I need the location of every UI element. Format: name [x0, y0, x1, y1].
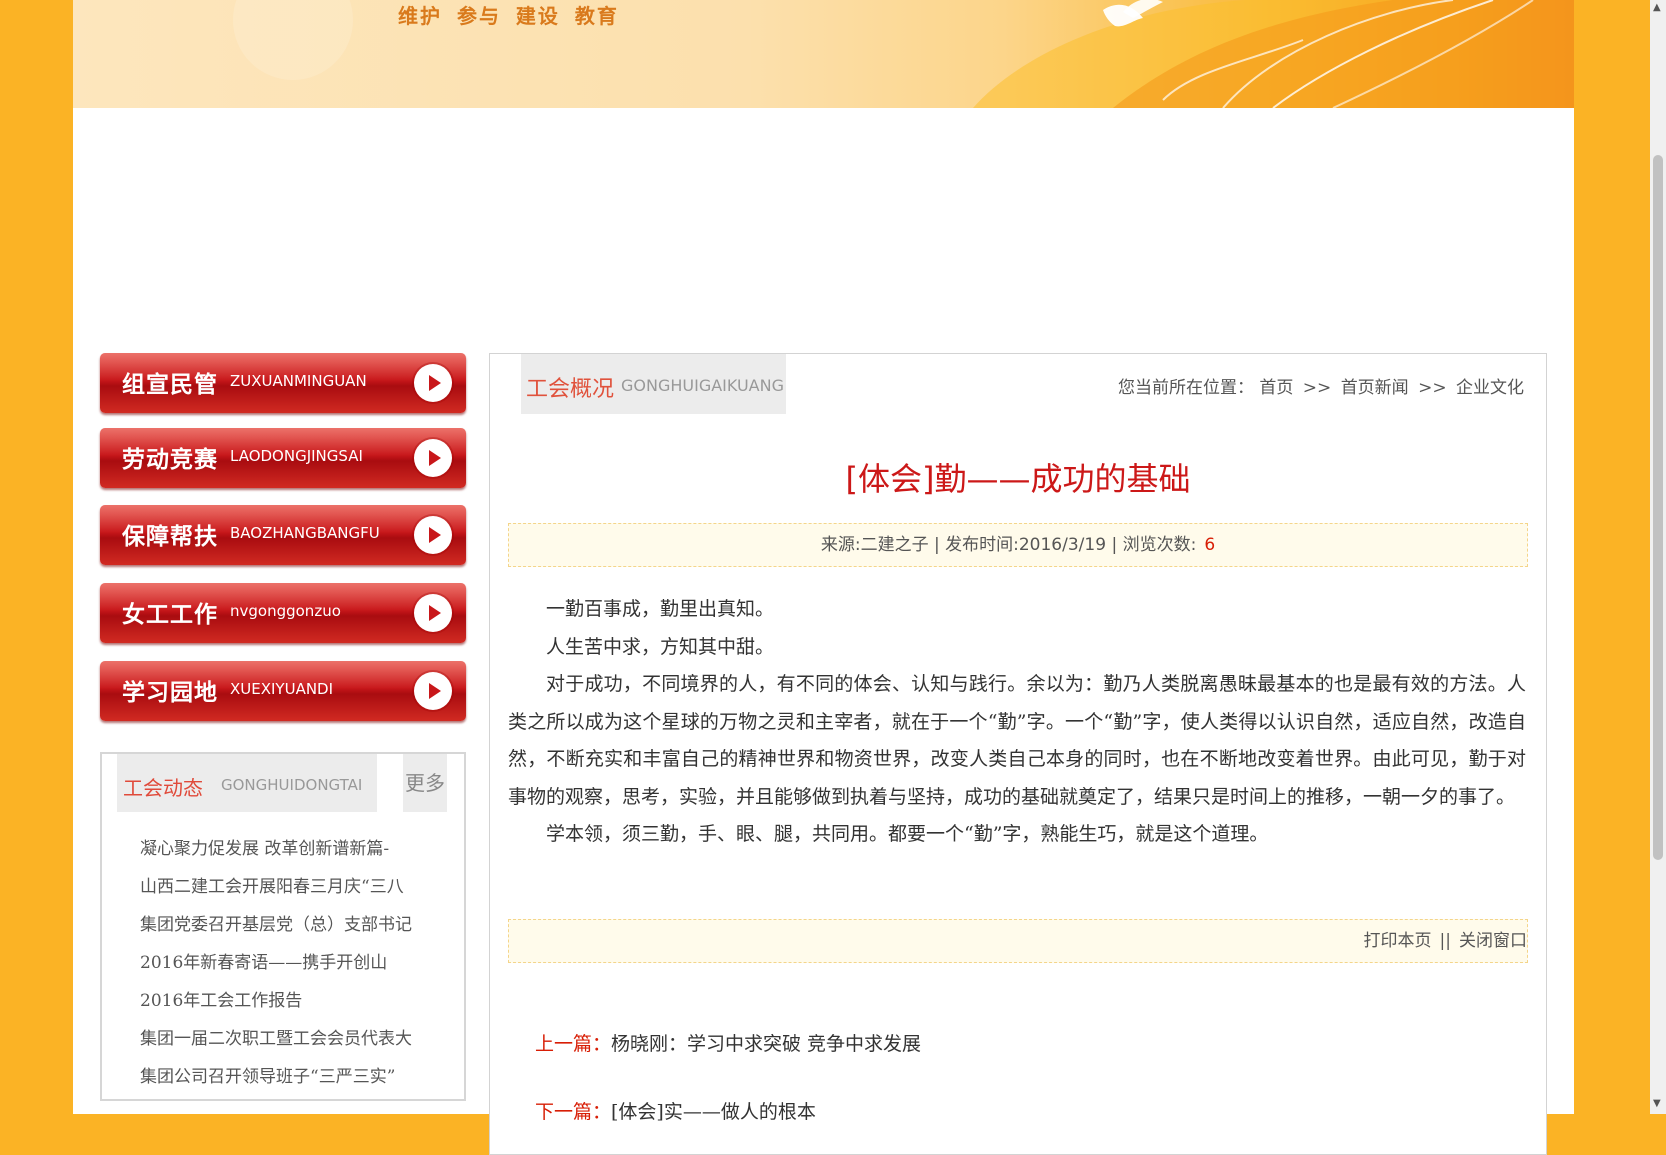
- scroll-down-icon[interactable]: ▼: [1653, 1098, 1661, 1109]
- next-article-link[interactable]: [体会]实——做人的根本: [611, 1101, 816, 1123]
- nav-label-en: BAOZHANGBANGFU: [230, 524, 380, 542]
- news-list-item[interactable]: 集团一届二次职工暨工会会员代表大: [140, 1020, 412, 1058]
- views-count: 6: [1204, 535, 1216, 555]
- nav-button-baozhangbangfu[interactable]: 保障帮扶 BAOZHANGBANGFU: [100, 505, 466, 565]
- next-article: 下一篇：[体会]实——做人的根本: [535, 1097, 816, 1124]
- nav-button-zuxuanminguan[interactable]: 组宣民管 ZUXUANMINGUAN: [100, 353, 466, 413]
- article-paragraph: 人生苦中求，方知其中甜。: [546, 635, 775, 658]
- play-arrow-icon: [414, 594, 452, 632]
- print-page-button[interactable]: 打印本页: [1364, 931, 1432, 951]
- breadcrumb-separator: >>: [1418, 378, 1447, 398]
- date-value: 2016/3/19: [1018, 535, 1107, 555]
- news-panel-title: 工会动态: [123, 776, 203, 800]
- next-label: 下一篇：: [535, 1101, 612, 1123]
- nav-button-xuexiyuandi[interactable]: 学习园地 XUEXIYUANDI: [100, 661, 466, 721]
- nav-label-cn: 组宣民管: [122, 372, 218, 398]
- news-list: 凝心聚力促发展 改革创新谱新篇- 山西二建工会开展阳春三月庆“三八 集团党委召开…: [140, 830, 412, 1096]
- news-list-item[interactable]: 2016年工会工作报告: [140, 982, 412, 1020]
- news-panel-header: 工会动态 GONGHUIDONGTAI: [117, 754, 377, 812]
- section-header: 工会概况 GONGHUIGAIKUANG: [521, 354, 786, 414]
- prev-article: 上一篇：杨晓刚：学习中求突破 竞争中求发展: [535, 1029, 921, 1056]
- scroll-up-icon[interactable]: ▲: [1653, 2, 1661, 13]
- play-arrow-icon: [414, 516, 452, 554]
- article-paragraph: 对于成功，不同境界的人，有不同的体会、认知与践行。余以为：勤乃人类脱离愚昧最基本…: [508, 673, 1526, 808]
- breadcrumb-corporate-culture[interactable]: 企业文化: [1456, 378, 1524, 398]
- breadcrumb-prefix: 您当前所在位置：: [1117, 378, 1254, 398]
- page-container: 维护 参与 建设 教育 组宣民管 ZUXUANMINGUAN 劳动竞赛 LAOD…: [73, 0, 1574, 1155]
- news-panel-title-en: GONGHUIDONGTAI: [221, 776, 363, 794]
- meta-separator: |: [933, 535, 940, 555]
- news-list-item[interactable]: 凝心聚力促发展 改革创新谱新篇-: [140, 830, 412, 868]
- article-meta: 来源:二建之子 | 发布时间:2016/3/19 | 浏览次数: 6: [508, 523, 1528, 567]
- scrollbar-thumb[interactable]: [1653, 155, 1663, 860]
- nav-label-cn: 学习园地: [122, 680, 218, 706]
- nav-button-nvgonggongzuo[interactable]: 女工工作 nvgonggonzuo: [100, 583, 466, 643]
- article-tools: 打印本页 || 关闭窗口: [508, 919, 1528, 963]
- tools-separator: ||: [1439, 931, 1451, 951]
- news-list-item[interactable]: 2016年新春寄语——携手开创山: [140, 944, 412, 982]
- nav-button-laodongjingsai[interactable]: 劳动竞赛 LAODONGJINGSAI: [100, 428, 466, 488]
- nav-label-cn: 劳动竞赛: [122, 447, 218, 473]
- article-title: [体会]勤——成功的基础: [845, 460, 1191, 498]
- news-list-item[interactable]: 山西二建工会开展阳春三月庆“三八: [140, 868, 412, 906]
- news-list-item[interactable]: 集团党委召开基层党（总）支部书记: [140, 906, 412, 944]
- breadcrumb: 您当前所在位置： 首页 >> 首页新闻 >> 企业文化: [1118, 373, 1524, 398]
- article-paragraph: 学本领，须三勤，手、眼、腿，共同用。都要一个“勤”字，熟能生巧，就是这个道理。: [546, 823, 1269, 845]
- nav-label-en: ZUXUANMINGUAN: [230, 372, 367, 390]
- play-arrow-icon: [414, 439, 452, 477]
- source-label: 来源:: [820, 535, 861, 555]
- nav-label-en: nvgonggonzuo: [230, 602, 341, 620]
- breadcrumb-home[interactable]: 首页: [1259, 378, 1293, 398]
- section-title-en: GONGHUIGAIKUANG: [621, 376, 784, 395]
- nav-label-cn: 保障帮扶: [122, 524, 218, 550]
- article-body: 一勤百事成，勤里出真知。 人生苦中求，方知其中甜。 对于成功，不同境界的人，有不…: [508, 591, 1526, 854]
- prev-label: 上一篇：: [535, 1033, 612, 1055]
- section-title: 工会概况: [526, 377, 615, 402]
- play-arrow-icon: [414, 672, 452, 710]
- news-more-link[interactable]: 更多: [403, 754, 447, 812]
- source-value: 二建之子: [860, 535, 929, 555]
- header-banner: 维护 参与 建设 教育: [73, 0, 1574, 108]
- date-label: 发布时间:: [945, 535, 1019, 555]
- breadcrumb-separator: >>: [1302, 378, 1332, 398]
- article-paragraph: 一勤百事成，勤里出真知。: [546, 598, 775, 620]
- nav-label-en: LAODONGJINGSAI: [230, 447, 363, 465]
- breadcrumb-home-news[interactable]: 首页新闻: [1341, 378, 1409, 398]
- nav-label-en: XUEXIYUANDI: [230, 680, 334, 698]
- news-list-item[interactable]: 集团公司召开领导班子“三严三实”: [140, 1058, 412, 1096]
- close-window-button[interactable]: 关闭窗口: [1459, 931, 1527, 951]
- nav-label-cn: 女工工作: [122, 602, 218, 628]
- article-panel: 工会概况 GONGHUIGAIKUANG 您当前所在位置： 首页 >> 首页新闻…: [489, 353, 1547, 1155]
- union-news-panel: 工会动态 GONGHUIDONGTAI 更多 凝心聚力促发展 改革创新谱新篇- …: [100, 752, 466, 1101]
- meta-separator: |: [1111, 535, 1118, 555]
- prev-article-link[interactable]: 杨晓刚：学习中求突破 竞争中求发展: [611, 1033, 921, 1055]
- banner-slogan: 维护 参与 建设 教育: [398, 4, 619, 28]
- page-scrollbar[interactable]: ▲ ▼: [1650, 0, 1666, 1114]
- views-label: 浏览次数:: [1122, 535, 1197, 555]
- banner-decoration: [233, 0, 1574, 108]
- play-arrow-icon: [414, 364, 452, 402]
